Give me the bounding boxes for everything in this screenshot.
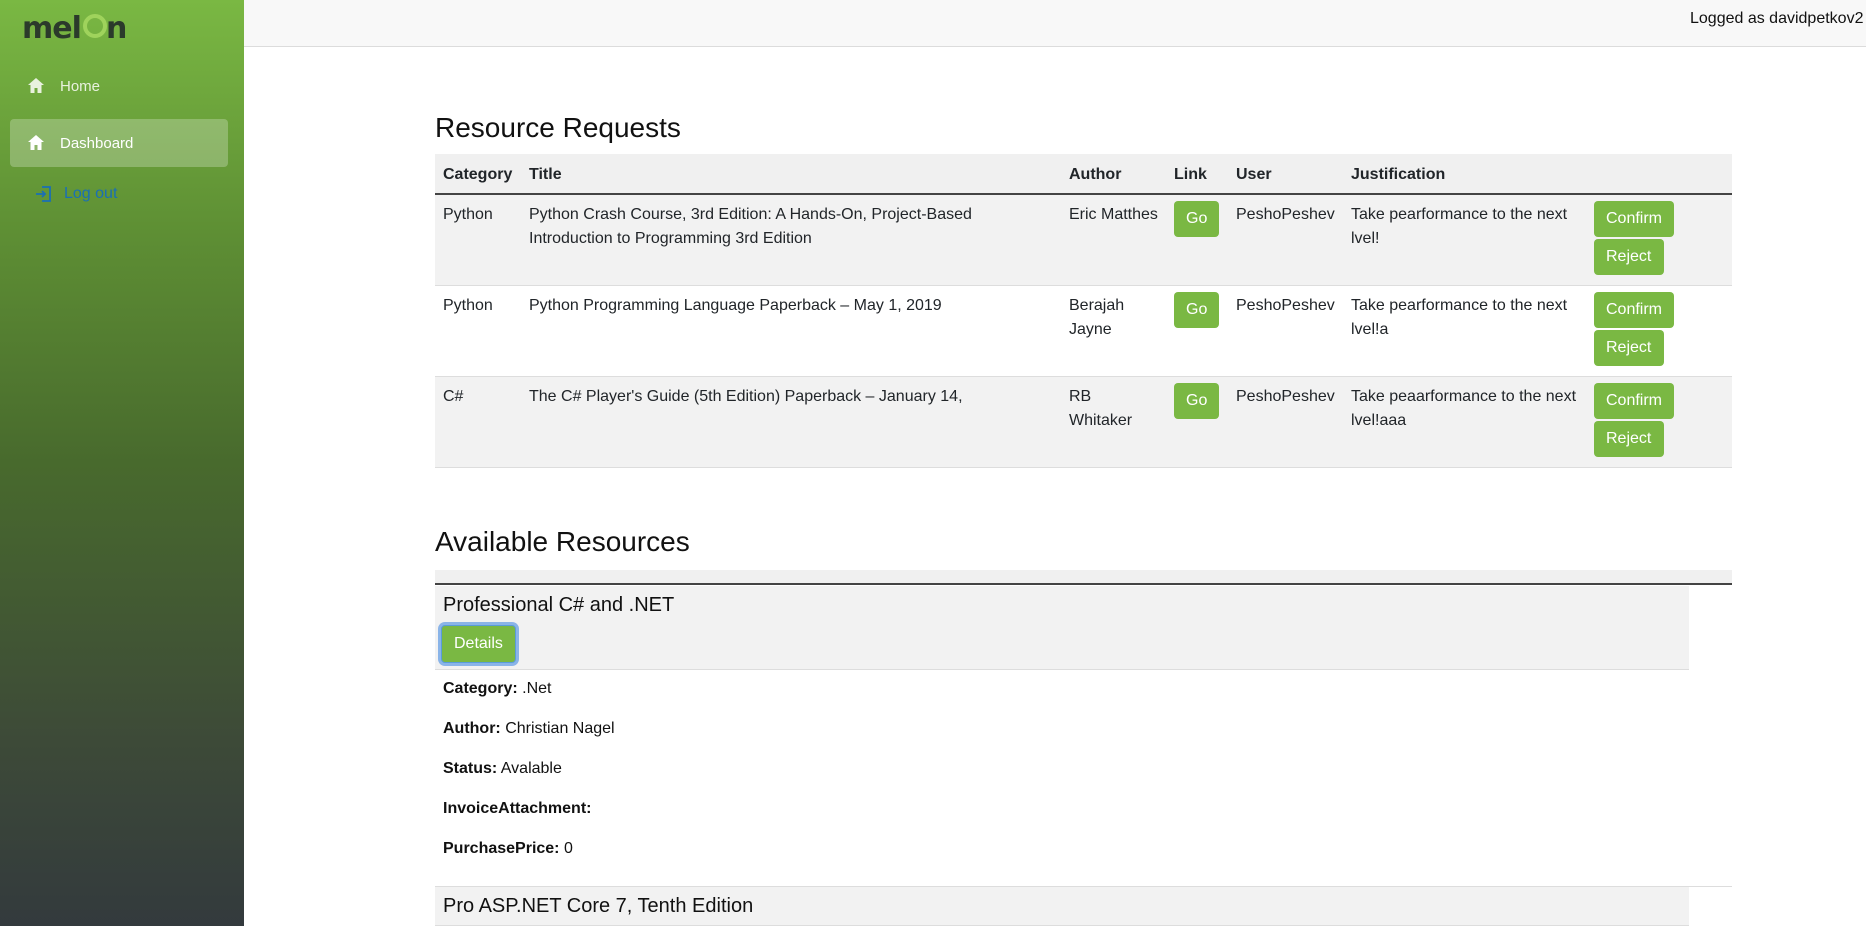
- requests-table: Category Title Author Link User Justific…: [435, 154, 1732, 468]
- table-header-row: Category Title Author Link User Justific…: [435, 154, 1732, 195]
- resource-title: Pro ASP.NET Core 7, Tenth Edition: [443, 895, 754, 917]
- field-label: Status:: [443, 760, 498, 777]
- cell-user: PeshoPeshev: [1228, 285, 1343, 377]
- cell-link: Go: [1166, 376, 1228, 468]
- cell-actions: Confirm Reject: [1586, 376, 1732, 468]
- cell-user: PeshoPeshev: [1228, 376, 1343, 468]
- cell-title: The C# Player's Guide (5th Edition) Pape…: [521, 376, 1061, 468]
- column-header: User: [1228, 154, 1343, 195]
- cell-title: Python Crash Course, 3rd Edition: A Hand…: [521, 194, 1061, 286]
- table-row: Python Python Programming Language Paper…: [435, 285, 1732, 377]
- cell-justification: Take pearformance to the next lvel!a: [1343, 285, 1586, 377]
- logout-link[interactable]: Log out: [34, 184, 117, 204]
- field-value: Avalable: [500, 760, 562, 777]
- logged-user-text: Logged as davidpetkov2: [1690, 10, 1864, 27]
- cell-category: Python: [435, 285, 521, 377]
- column-header: Category: [435, 154, 521, 195]
- field-status: Status: Avalable: [443, 760, 562, 778]
- field-category: Category: .Net: [443, 680, 551, 698]
- field-label: Category:: [443, 680, 518, 697]
- sidebar-item-home[interactable]: Home: [10, 62, 228, 110]
- melon-logo[interactable]: mel n: [22, 6, 142, 46]
- available-header-strip: [435, 570, 1732, 585]
- field-label: PurchasePrice:: [443, 840, 560, 857]
- cell-user: PeshoPeshev: [1228, 194, 1343, 286]
- confirm-button[interactable]: Confirm: [1594, 201, 1674, 237]
- field-invoice-attachment: InvoiceAttachment:: [443, 800, 591, 818]
- svg-text:mel: mel: [22, 11, 81, 46]
- cell-author: RB Whitaker: [1061, 376, 1166, 468]
- cell-category: C#: [435, 376, 521, 468]
- field-author: Author: Christian Nagel: [443, 720, 615, 738]
- field-value: .Net: [522, 680, 552, 697]
- details-button[interactable]: Details: [441, 625, 516, 663]
- cell-link: Go: [1166, 194, 1228, 286]
- table-row: Python Python Crash Course, 3rd Edition:…: [435, 194, 1732, 286]
- column-header: Author: [1061, 154, 1166, 195]
- sidebar-item-label: Home: [60, 77, 101, 95]
- field-label: Author:: [443, 720, 501, 737]
- svg-text:n: n: [106, 11, 127, 46]
- logout-icon: [34, 184, 54, 204]
- resource-requests-heading: Resource Requests: [435, 112, 681, 143]
- column-header: Justification: [1343, 154, 1586, 195]
- reject-button[interactable]: Reject: [1594, 421, 1664, 457]
- column-header-actions: [1586, 154, 1732, 195]
- reject-button[interactable]: Reject: [1594, 330, 1664, 366]
- resource-card: Professional C# and .NET Details: [435, 586, 1689, 670]
- cell-actions: Confirm Reject: [1586, 194, 1732, 286]
- logout-label: Log out: [64, 185, 118, 202]
- field-value: 0: [563, 840, 573, 857]
- column-header: Link: [1166, 154, 1228, 195]
- field-label: InvoiceAttachment:: [443, 800, 592, 817]
- home-icon: [26, 76, 46, 96]
- cell-category: Python: [435, 194, 521, 286]
- resource-title: Professional C# and .NET: [443, 594, 675, 616]
- reject-button[interactable]: Reject: [1594, 239, 1664, 275]
- cell-justification: Take pearformance to the next lvel!: [1343, 194, 1586, 286]
- sidebar-item-dashboard[interactable]: Dashboard: [10, 119, 228, 167]
- top-bar: Logged as davidpetkov2: [244, 0, 1866, 47]
- cell-actions: Confirm Reject: [1586, 285, 1732, 377]
- confirm-button[interactable]: Confirm: [1594, 292, 1674, 328]
- cell-link: Go: [1166, 285, 1228, 377]
- confirm-button[interactable]: Confirm: [1594, 383, 1674, 419]
- available-resources-heading: Available Resources: [435, 526, 690, 557]
- sidebar: mel n Home Dashboard Log out: [0, 0, 244, 926]
- field-value: Christian Nagel: [505, 720, 615, 737]
- table-row: C# The C# Player's Guide (5th Edition) P…: [435, 376, 1732, 468]
- cell-justification: Take peaarformance to the next lvel!aaa: [1343, 376, 1586, 468]
- column-header: Title: [521, 154, 1061, 195]
- cell-author: Berajah Jayne: [1061, 285, 1166, 377]
- home-icon: [26, 133, 46, 153]
- cell-author: Eric Matthes: [1061, 194, 1166, 286]
- go-link-button[interactable]: Go: [1174, 292, 1220, 328]
- go-link-button[interactable]: Go: [1174, 383, 1220, 419]
- field-purchase-price: PurchasePrice: 0: [443, 840, 573, 858]
- resource-card: Pro ASP.NET Core 7, Tenth Edition: [435, 887, 1689, 926]
- cell-title: Python Programming Language Paperback – …: [521, 285, 1061, 377]
- sidebar-item-label: Dashboard: [60, 134, 134, 152]
- go-link-button[interactable]: Go: [1174, 201, 1220, 237]
